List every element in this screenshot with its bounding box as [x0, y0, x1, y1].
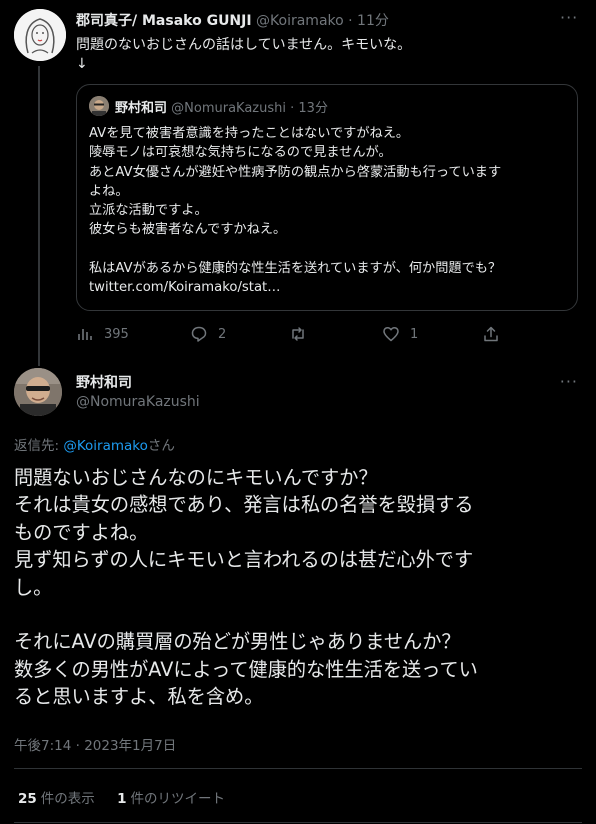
share-action[interactable]	[482, 325, 500, 343]
views-count: 395	[104, 326, 129, 342]
tweet-time[interactable]: · 11分	[348, 13, 389, 29]
quoted-author-handle: @NomuraKazushi	[171, 101, 286, 116]
more-horizontal-icon[interactable]: ···	[560, 372, 578, 391]
reply-to-handle-link[interactable]: @Koiramako	[63, 438, 148, 454]
avatar[interactable]	[14, 368, 62, 416]
avatar[interactable]	[14, 9, 66, 61]
tweet-stats: 25 件の表示 1 件のリツイート	[18, 787, 225, 807]
tweet-header: 郡司真子/ Masako GUNJI @Koiramako · 11分	[76, 10, 389, 30]
views-action[interactable]: 395	[76, 325, 129, 343]
tweet-text: 問題ないおじさんなのにキモいんですか？ それは貴女の感想であり、発言は私の名誉を…	[14, 466, 478, 709]
avatar-photo-icon	[14, 368, 62, 416]
tweet-actions: 395 2 1	[76, 325, 506, 347]
like-count: 1	[410, 326, 419, 342]
thread-connector	[38, 66, 40, 366]
reply-to-label: 返信先:	[14, 438, 64, 454]
retweet-action[interactable]	[289, 325, 317, 343]
quoted-tweet-time: · 13分	[290, 101, 328, 116]
author-name[interactable]: 野村和司	[76, 372, 132, 392]
author-handle[interactable]: @Koiramako	[256, 13, 344, 29]
divider	[14, 768, 582, 769]
more-horizontal-icon[interactable]: ···	[560, 8, 578, 27]
author-handle[interactable]: @NomuraKazushi	[76, 394, 200, 410]
quoted-header: 野村和司 @NomuraKazushi · 13分	[115, 97, 328, 116]
reply-to-line: 返信先: @Koiramakoさん	[14, 434, 175, 454]
reply-count: 2	[218, 326, 227, 342]
quoted-tweet-card[interactable]: 野村和司 @NomuraKazushi · 13分 AVを見て被害者意識を持った…	[76, 84, 578, 311]
author-name[interactable]: 郡司真子/ Masako GUNJI	[76, 13, 252, 29]
retweet-icon	[292, 327, 304, 341]
quoted-avatar	[89, 96, 109, 116]
analytics-icon	[78, 329, 92, 340]
views-stat[interactable]: 25 件の表示	[18, 791, 95, 807]
views-stat-label: 件の表示	[40, 791, 95, 807]
reply-to-suffix: さん	[147, 438, 175, 454]
divider	[14, 822, 582, 823]
quoted-tweet-text: AVを見て被害者意識を持ったことはないですがねえ。 陵辱モノは可哀想な気持ちにな…	[89, 126, 502, 296]
tweet-text: 問題のないおじさんの話はしていません。キモいな。 ↓	[76, 37, 412, 72]
share-icon	[484, 326, 498, 342]
quoted-author-name: 野村和司	[115, 101, 168, 116]
avatar-illustration-icon	[14, 9, 66, 61]
tweet-timestamp[interactable]: 午後7:14 · 2023年1月7日	[14, 734, 176, 754]
reply-icon	[191, 326, 207, 342]
heart-icon	[383, 326, 399, 342]
avatar-photo-icon	[89, 96, 109, 116]
like-action[interactable]: 1	[382, 325, 418, 343]
retweets-stat-count: 1	[117, 791, 127, 807]
views-stat-count: 25	[18, 791, 37, 807]
retweets-stat[interactable]: 1 件のリツイート	[117, 791, 225, 807]
retweets-stat-label: 件のリツイート	[130, 791, 226, 807]
reply-action[interactable]: 2	[190, 325, 226, 343]
